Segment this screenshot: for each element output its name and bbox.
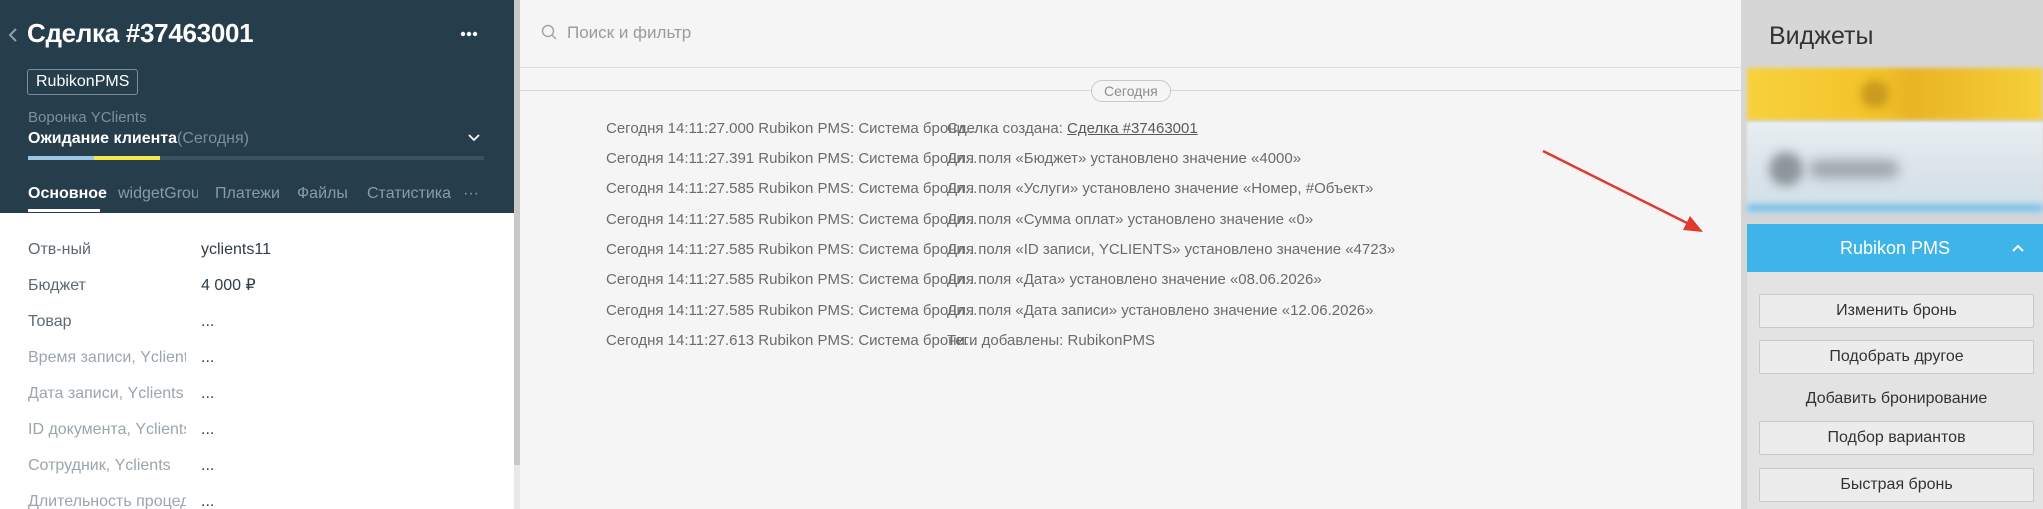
event-meta: Сегодня 14:11:27.585 Rubikon PMS: Систем…: [606, 302, 978, 319]
event-meta: Сегодня 14:11:27.585 Rubikon PMS: Систем…: [606, 211, 978, 228]
event-meta: Сегодня 14:11:27.391 Rubikon PMS: Систем…: [606, 150, 978, 167]
feed-event: Сегодня 14:11:27.585 Rubikon PMS: Систем…: [606, 269, 1322, 291]
rubikon-widget-header[interactable]: Rubikon PMS: [1747, 224, 2043, 272]
widgets-title: Виджеты: [1769, 22, 1874, 50]
widgets-panel: Виджеты Rubikon PMS Изменить бронь Подоб…: [1741, 0, 2043, 509]
feed-event: Сегодня 14:11:27.585 Rubikon PMS: Систем…: [606, 178, 1374, 200]
feed-event: Сегодня 14:11:27.585 Rubikon PMS: Систем…: [606, 209, 1313, 231]
tab-files[interactable]: Файлы: [297, 183, 348, 205]
deal-header: Сделка #37463001 RubikonPMS Воронка YCli…: [0, 0, 514, 213]
blurred-widget-text: [1809, 160, 1899, 178]
blurred-widget-icon: [1769, 152, 1803, 186]
event-meta: Сегодня 14:11:27.613 Rubikon PMS: Систем…: [606, 332, 978, 349]
field-value[interactable]: ...: [201, 491, 214, 509]
active-tab-underline: [28, 209, 100, 212]
activity-feed: Поиск и фильтр Сегодня Сегодня 14:11:27.…: [520, 0, 1741, 509]
field-value[interactable]: ...: [201, 311, 214, 333]
search-input[interactable]: Поиск и фильтр: [567, 22, 691, 44]
event-text: Для поля «Услуги» установлено значение «…: [947, 180, 1374, 197]
field-row: Сотрудник, Yclients ...: [0, 447, 514, 483]
field-label: Отв-ный: [28, 241, 91, 258]
feed-event: Сегодня 14:11:27.585 Rubikon PMS: Систем…: [606, 300, 1374, 322]
change-booking-button[interactable]: Изменить бронь: [1759, 294, 2034, 328]
event-meta: Сегодня 14:11:27.585 Rubikon PMS: Систем…: [606, 180, 978, 197]
blurred-widget[interactable]: [1747, 122, 2043, 214]
arrow-head: [1683, 216, 1703, 232]
more-options-icon[interactable]: [460, 18, 478, 56]
progress-segment: [94, 156, 160, 160]
deal-panel: Сделка #37463001 RubikonPMS Воронка YCli…: [0, 0, 514, 509]
rubikon-widget-title: Rubikon PMS: [1839, 238, 1951, 258]
field-value[interactable]: yclients11: [201, 239, 271, 261]
event-text: Для поля «ID записи, YCLIENTS» установле…: [947, 241, 1396, 258]
field-row: Дата записи, Yclients ...: [0, 375, 514, 411]
chevron-up-icon[interactable]: [2010, 240, 2026, 256]
arrow-line: [1542, 149, 1694, 228]
status-name[interactable]: Ожидание клиента: [28, 128, 177, 150]
event-text: Сделка создана: Сделка #37463001: [947, 118, 1198, 140]
blurred-widget-bar: [1747, 204, 2043, 212]
status-date: (Сегодня): [177, 130, 249, 147]
blurred-widget[interactable]: [1747, 68, 2043, 120]
event-text: Для поля «Дата записи» установлено значе…: [947, 302, 1374, 319]
pipeline-name: Воронка YClients: [28, 109, 147, 126]
deal-link[interactable]: Сделка #37463001: [1067, 120, 1198, 137]
event-text: Для поля «Дата» установлено значение «08…: [947, 271, 1322, 288]
event-meta: Сегодня 14:11:27.585 Rubikon PMS: Систем…: [606, 241, 978, 258]
field-row: Бюджет 4 000 ₽: [0, 267, 514, 303]
tabs-more-icon[interactable]: ···: [463, 183, 479, 205]
field-label: Товар: [28, 313, 72, 330]
field-label: Дата записи, Yclients: [28, 385, 184, 402]
variants-button[interactable]: Подбор вариантов: [1759, 421, 2034, 455]
field-row: Время записи, Yclients ...: [0, 339, 514, 375]
rubikon-widget-body: Изменить бронь Подобрать другое Добавить…: [1747, 272, 2043, 509]
field-label: Время записи, Yclients: [28, 349, 186, 366]
tab-payments[interactable]: Платежи: [215, 183, 280, 205]
field-row: ID документа, Yclients ...: [0, 411, 514, 447]
pipeline-progress: [28, 156, 484, 160]
field-label: Сотрудник, Yclients: [28, 457, 171, 474]
field-value[interactable]: ...: [201, 419, 214, 441]
progress-segment: [28, 156, 94, 160]
feed-event: Сегодня 14:11:27.585 Rubikon PMS: Систем…: [606, 239, 1395, 261]
deal-tabs: Основное widgetGroup Платежи Файлы Стати…: [0, 172, 514, 213]
feed-event: Сегодня 14:11:27.391 Rubikon PMS: Систем…: [606, 148, 1301, 170]
field-label: ID документа, Yclients: [28, 421, 186, 438]
tab-widget-group[interactable]: widgetGroup: [118, 183, 198, 205]
field-value[interactable]: ...: [201, 347, 214, 369]
add-booking-button[interactable]: Добавить бронирование: [1759, 384, 2034, 414]
pick-other-button[interactable]: Подобрать другое: [1759, 340, 2034, 374]
tab-main[interactable]: Основное: [28, 183, 107, 205]
event-meta: Сегодня 14:11:27.000 Rubikon PMS: Систем…: [606, 120, 978, 137]
field-value[interactable]: 4 000 ₽: [201, 275, 256, 297]
event-text-body: Сделка создана:: [947, 120, 1068, 137]
event-text: Для поля «Сумма оплат» установлено значе…: [947, 211, 1314, 228]
day-label: Сегодня: [1091, 80, 1171, 102]
event-meta: Сегодня 14:11:27.585 Rubikon PMS: Систем…: [606, 271, 978, 288]
field-label: Длительность процедуры: [28, 493, 186, 509]
field-value[interactable]: ...: [201, 455, 214, 477]
event-text: Для поля «Бюджет» установлено значение «…: [947, 150, 1302, 167]
field-row: Товар ...: [0, 303, 514, 339]
chevron-down-icon[interactable]: [466, 128, 482, 148]
back-chevron-icon[interactable]: [7, 25, 19, 45]
field-row: Длительность процедуры ...: [0, 483, 514, 509]
deal-tag[interactable]: RubikonPMS: [27, 69, 139, 95]
field-value[interactable]: ...: [201, 383, 214, 405]
feed-event: Сегодня 14:11:27.613 Rubikon PMS: Систем…: [606, 330, 1155, 352]
tab-statistics[interactable]: Статистика: [367, 183, 451, 205]
search-bar[interactable]: Поиск и фильтр: [520, 0, 1741, 68]
search-icon: [541, 24, 559, 42]
deal-title: Сделка #37463001: [27, 18, 254, 48]
blurred-widget-icon: [1861, 80, 1889, 108]
event-text: Теги добавлены: RubikonPMS: [947, 332, 1156, 349]
field-label: Бюджет: [28, 277, 86, 294]
field-row: Отв-ный yclients11: [0, 231, 514, 267]
quick-booking-button[interactable]: Быстрая бронь: [1759, 468, 2034, 502]
feed-event: Сегодня 14:11:27.000 Rubikon PMS: Систем…: [606, 118, 1198, 140]
